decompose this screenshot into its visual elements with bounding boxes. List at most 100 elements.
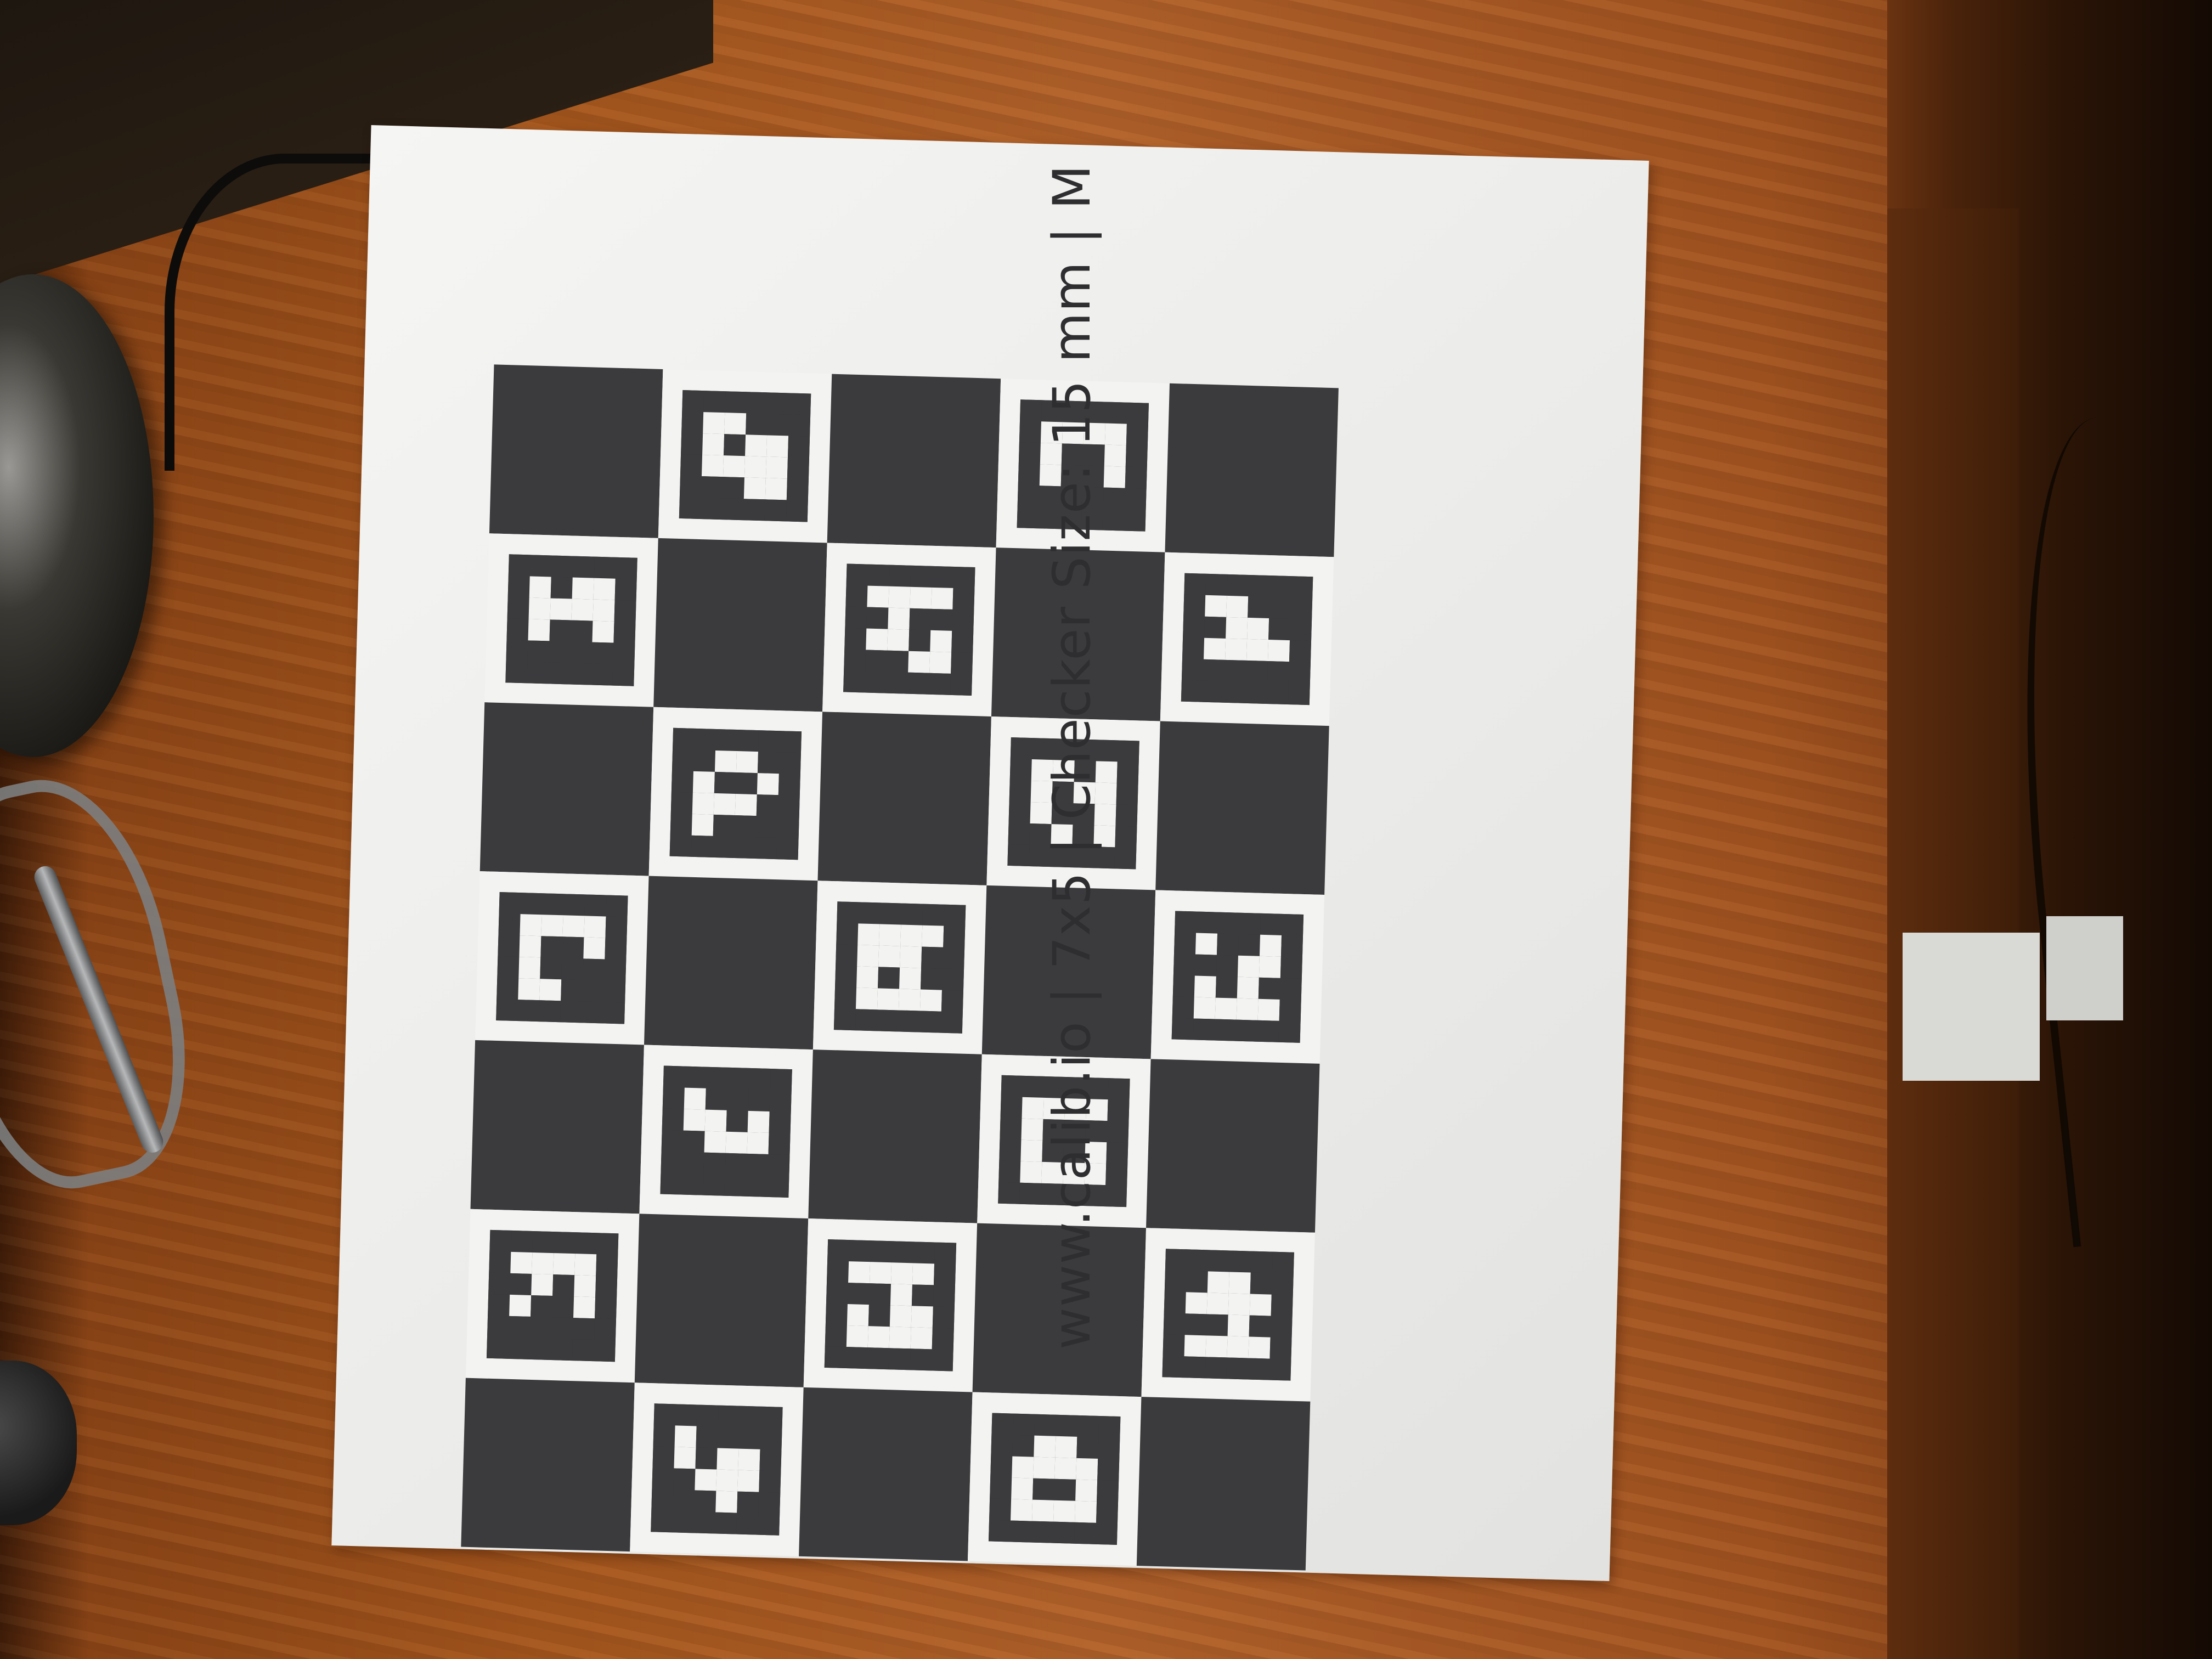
marker-bit [1257, 998, 1280, 1021]
marker-bit [1163, 1334, 1185, 1357]
marker-bit [1288, 683, 1310, 706]
marker-bit [878, 967, 900, 989]
marker-bit [682, 390, 704, 413]
marker-bit [1269, 1358, 1291, 1381]
marker-bit [1185, 1292, 1207, 1314]
marker-bit [1260, 913, 1283, 935]
marker-bit [1205, 1335, 1228, 1358]
marker-bit [900, 924, 923, 947]
marker-bit [743, 499, 765, 521]
marker-bit [835, 966, 857, 988]
marker-bit [744, 456, 767, 478]
marker-bit [855, 1009, 877, 1031]
marker-bit [716, 1448, 739, 1470]
marker-bit [758, 1513, 780, 1536]
marker-bit [1269, 1337, 1292, 1359]
marker-bit [929, 651, 952, 674]
marker-bit [988, 1520, 1011, 1542]
marker-bit [593, 578, 616, 600]
marker-bit [768, 392, 790, 415]
marker-bit [1181, 658, 1204, 681]
marker-bit [1280, 935, 1304, 957]
marker-bit [1267, 661, 1289, 684]
marker-bit [489, 1229, 512, 1252]
metal-puck [0, 274, 154, 757]
marker-bit [789, 393, 811, 415]
marker-bit [1124, 509, 1146, 532]
marker-bit [691, 835, 713, 857]
marker-bit [769, 1111, 791, 1134]
marker-bit [518, 957, 541, 979]
marker-bit [991, 1413, 1014, 1435]
marker-bit [1183, 594, 1206, 617]
marker-bit [1223, 681, 1246, 703]
marker-bit [868, 1283, 891, 1306]
marker-bit [1108, 1078, 1130, 1101]
marker-bit [1165, 1249, 1187, 1271]
aruco-marker [679, 390, 811, 522]
marker-bit [612, 664, 635, 686]
aruco-marker [651, 1403, 783, 1536]
marker-bit [506, 640, 528, 662]
marker-bit [696, 1426, 718, 1448]
marker-bit [669, 834, 692, 857]
marker-bit [748, 1068, 771, 1090]
marker-bit [1226, 1357, 1249, 1380]
marker-bit [1226, 595, 1249, 618]
checker-square [803, 1218, 978, 1392]
marker-bit [1184, 1335, 1206, 1357]
marker-bit [866, 607, 889, 629]
charuco-board [461, 364, 1339, 1571]
marker-bit [921, 946, 944, 969]
marker-bit [549, 619, 572, 642]
marker-bit [836, 923, 859, 945]
marker-bit [703, 391, 726, 413]
marker-bit [837, 901, 859, 924]
marker-bit [684, 1087, 706, 1110]
marker-bit [1032, 1499, 1054, 1522]
marker-bit [594, 1318, 617, 1341]
checker-square [644, 876, 818, 1050]
marker-bit [1020, 1161, 1042, 1183]
marker-bit [1290, 597, 1313, 620]
marker-bit [1249, 1315, 1271, 1338]
marker-bit [1186, 1271, 1208, 1293]
marker-bit [1021, 1118, 1043, 1141]
marker-bit [651, 1489, 674, 1511]
marker-bit [1227, 1314, 1250, 1337]
marker-bit [1246, 639, 1269, 661]
marker-bit [845, 606, 867, 629]
marker-bit [520, 893, 543, 915]
desk-scene: www.calib.io | 7x5 | Checker Size: 15 mm… [0, 0, 2212, 1659]
marker-bit [736, 1513, 759, 1535]
marker-bit [911, 1284, 934, 1307]
checker-square [1141, 1228, 1315, 1402]
marker-bit [1215, 997, 1237, 1020]
checker-square [808, 1049, 982, 1223]
aruco-marker [988, 1413, 1121, 1545]
marker-bit [713, 793, 736, 815]
marker-bit [765, 456, 788, 479]
calibration-paper [331, 125, 1649, 1582]
marker-bit [889, 1305, 912, 1328]
marker-bit [907, 672, 930, 695]
marker-bit [1203, 637, 1226, 660]
marker-bit [705, 1088, 727, 1110]
marker-bit [933, 1263, 956, 1286]
marker-bit [1280, 956, 1302, 979]
calibration-caption: www.calib.io | 7x5 | Checker Size: 15 mm… [1042, 164, 1102, 1350]
marker-bit [704, 1131, 726, 1153]
marker-bit [876, 1009, 899, 1032]
marker-bit [734, 815, 757, 838]
marker-bit [1097, 1458, 1120, 1481]
marker-bit [1012, 1456, 1034, 1479]
marker-bit [913, 1242, 935, 1264]
marker-bit [833, 1008, 856, 1031]
marker-bit [1164, 1291, 1186, 1314]
checker-square [475, 871, 649, 1045]
marker-bit [527, 640, 550, 663]
marker-bit [825, 1303, 848, 1326]
marker-bit [899, 967, 922, 990]
marker-bit [1250, 1251, 1273, 1273]
marker-bit [1116, 783, 1138, 805]
